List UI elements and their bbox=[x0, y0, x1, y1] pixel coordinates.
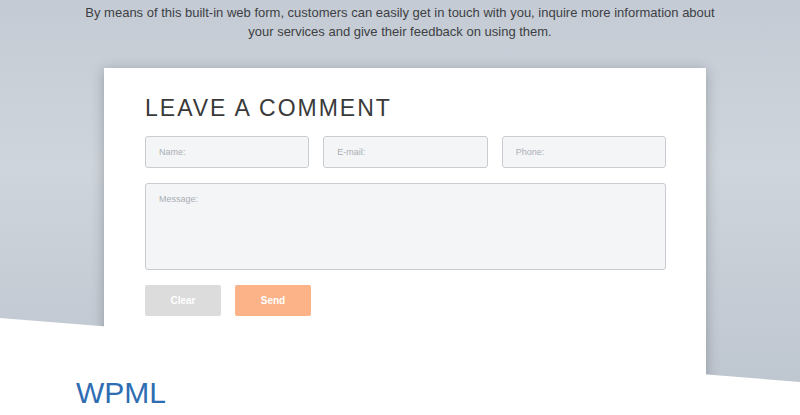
intro-text: By means of this built-in web form, cust… bbox=[0, 3, 800, 41]
page: By means of this built-in web form, cust… bbox=[0, 0, 800, 415]
text-field[interactable] bbox=[323, 136, 487, 168]
send-button[interactable]: Send bbox=[235, 285, 311, 316]
message-field[interactable] bbox=[145, 183, 666, 270]
text-field[interactable] bbox=[145, 136, 309, 168]
text-field[interactable] bbox=[502, 136, 666, 168]
button-row: Clear Send bbox=[145, 285, 666, 316]
form-title: LEAVE A COMMENT bbox=[145, 94, 666, 122]
field-row bbox=[145, 136, 666, 168]
clear-button[interactable]: Clear bbox=[145, 285, 221, 316]
intro-line: By means of this built-in web form, cust… bbox=[0, 3, 800, 22]
section-title: WPML bbox=[76, 376, 166, 410]
intro-line: your services and give their feedback on… bbox=[0, 22, 800, 41]
